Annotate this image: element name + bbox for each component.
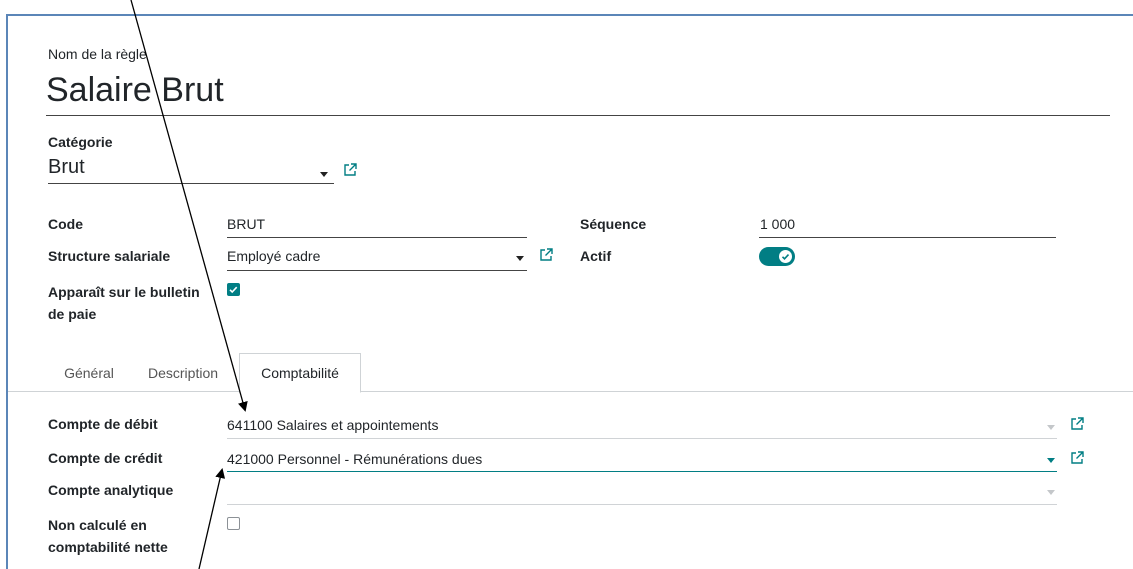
annotation-arrows xyxy=(130,0,248,569)
annotation-arrow-debit xyxy=(130,0,248,412)
annotation-arrow-credit xyxy=(198,468,226,569)
